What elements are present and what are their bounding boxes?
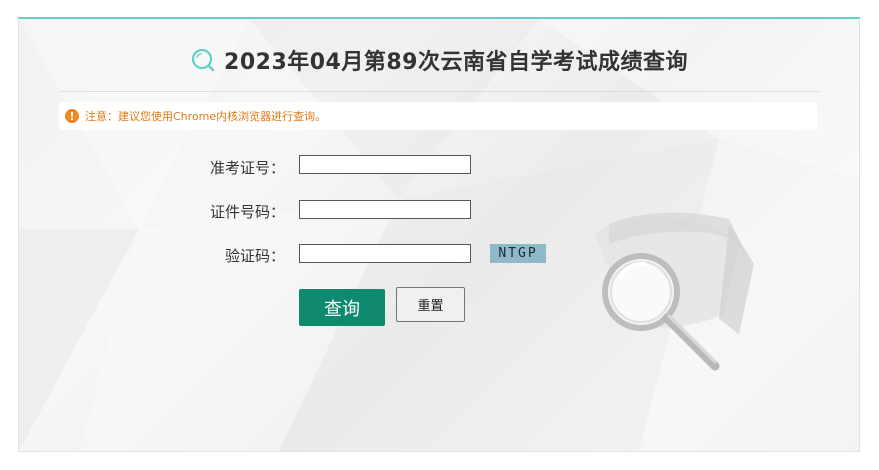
- exam-number-input[interactable]: [299, 155, 471, 174]
- notice-bar: ! 注意：建议您使用Chrome内核浏览器进行查询。: [59, 102, 817, 130]
- captcha-image[interactable]: NTGP: [490, 244, 546, 263]
- id-number-label: 证件号码：: [209, 203, 285, 221]
- page-title: 2023年04月第89次云南省自学考试成绩查询: [224, 50, 688, 75]
- notice-text: 注意：建议您使用Chrome内核浏览器进行查询。: [85, 110, 327, 123]
- magnifier-illustration: [595, 212, 754, 371]
- captcha-label: 验证码：: [224, 247, 285, 265]
- query-button[interactable]: 查询: [299, 289, 385, 326]
- id-number-input[interactable]: [299, 200, 471, 219]
- title-row: 2023年04月第89次云南省自学考试成绩查询: [19, 44, 859, 76]
- reset-button[interactable]: 重置: [396, 287, 465, 322]
- query-panel: 2023年04月第89次云南省自学考试成绩查询 ! 注意：建议您使用Chrome…: [18, 17, 860, 452]
- captcha-input[interactable]: [299, 244, 471, 263]
- title-divider: [61, 91, 819, 92]
- exclamation-icon: !: [65, 109, 79, 123]
- exam-number-label: 准考证号：: [209, 159, 285, 177]
- search-icon: [191, 48, 215, 72]
